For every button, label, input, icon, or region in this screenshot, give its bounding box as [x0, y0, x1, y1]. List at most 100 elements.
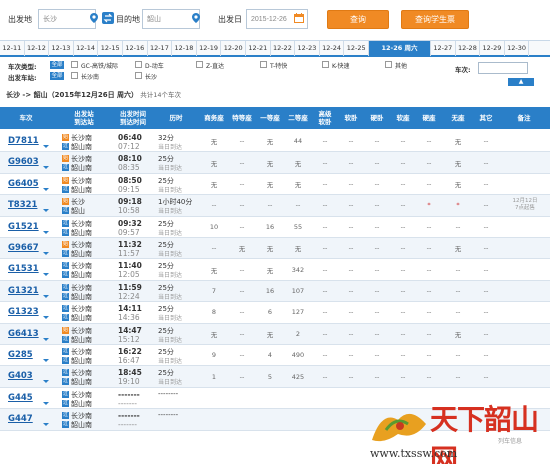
date-tab[interactable]: 12-24 [320, 41, 345, 56]
seat-availability: -- [483, 265, 489, 274]
table-row[interactable]: G9667 始长沙南过韶山南 11:32 11:57 25分 当日到达 -- 无无无 -- -- -… [0, 238, 550, 260]
expand-caret-icon[interactable] [43, 380, 49, 384]
train-number-link[interactable]: G1323 [8, 307, 39, 317]
date-tab[interactable]: 12-25 [344, 41, 369, 56]
table-row[interactable]: G9603 始长沙南过韶山南 08:10 08:35 25分 当日到达无 -- 无无 -- -- -… [0, 152, 550, 174]
departure-time: 11:40 [118, 261, 142, 271]
train-number-link[interactable]: G403 [8, 371, 33, 381]
date-tab[interactable]: 12-26 周六 [369, 41, 431, 56]
seat-availability: -- [322, 265, 328, 274]
from-label: 出发地 [8, 15, 32, 24]
date-tab[interactable]: 12-20 [221, 41, 246, 56]
expand-caret-icon[interactable] [43, 187, 49, 191]
calendar-icon[interactable] [293, 12, 305, 24]
train-number-link[interactable]: G1531 [8, 264, 39, 274]
checkbox[interactable] [71, 61, 78, 68]
checkbox[interactable] [196, 61, 203, 68]
expand-caret-icon[interactable] [43, 166, 49, 170]
seat-availability: 无 [454, 245, 462, 254]
all-types-toggle[interactable]: 全部 [50, 61, 64, 69]
table-row[interactable]: G1531 过长沙南过韶山南 11:40 12:05 25分 当日到达无 -- 无 342 -- -… [0, 259, 550, 281]
expand-caret-icon[interactable] [43, 316, 49, 320]
col-train[interactable]: 车次 [0, 107, 52, 129]
seat-availability: -- [483, 308, 489, 317]
seat-availability: -- [211, 244, 217, 253]
date-tab[interactable]: 12-27 [431, 41, 456, 56]
checkbox[interactable] [260, 61, 267, 68]
table-row[interactable]: G6413 始长沙南过韶山南 14:47 15:12 25分 当日到达无 -- 无 2 -- -- -… [0, 323, 550, 345]
expand-caret-icon[interactable] [43, 337, 49, 341]
date-tab[interactable]: 12-17 [148, 41, 173, 56]
table-row[interactable]: G1323 过长沙南过韶山南 14:11 14:36 25分 当日到达 8 -- 6 127 -- -… [0, 302, 550, 324]
table-row[interactable]: G6405 始长沙南过韶山南 08:50 09:15 25分 当日到达无 -- 无无 -- -- -… [0, 174, 550, 196]
checkbox[interactable] [135, 72, 142, 79]
table-row[interactable]: G285 过长沙南过韶山南 16:22 16:47 25分 当日到达 9 -- 4 490 -- --… [0, 345, 550, 367]
train-number-link[interactable]: G9667 [8, 243, 39, 253]
location-pin-icon[interactable] [190, 12, 202, 24]
train-number-link[interactable]: G6405 [8, 179, 39, 189]
train-number-input[interactable] [478, 62, 528, 74]
expand-caret-icon[interactable] [43, 401, 49, 405]
checkbox[interactable] [322, 61, 329, 68]
date-tab[interactable]: 12-18 [172, 41, 197, 56]
date-tab[interactable]: 12-30 [505, 41, 530, 56]
location-pin-icon[interactable] [88, 12, 100, 24]
expand-caret-icon[interactable] [43, 230, 49, 234]
date-tab[interactable]: 12-22 [271, 41, 296, 56]
expand-caret-icon[interactable] [43, 273, 49, 277]
table-row[interactable]: G403 过长沙南过韶山南 18:45 19:10 25分 当日到达 1 -- 5 425 -- --… [0, 366, 550, 388]
train-number-link[interactable]: G1521 [8, 222, 39, 232]
date-tab[interactable]: 12-14 [74, 41, 99, 56]
seat-availability: -- [400, 179, 406, 188]
train-number-link[interactable]: G9603 [8, 157, 39, 167]
student-ticket-button[interactable]: 查询学生票 [401, 10, 469, 29]
table-row[interactable]: G1321 过长沙南过韶山南 11:59 12:24 25分 当日到达 7 -- 16 107 --… [0, 280, 550, 303]
train-number-link[interactable]: G447 [8, 414, 33, 424]
expand-caret-icon[interactable] [43, 252, 49, 255]
seat-availability [256, 409, 284, 429]
date-tab[interactable]: 12-12 [25, 41, 50, 56]
seat-availability: 无 [266, 138, 274, 147]
expand-caret-icon[interactable] [43, 359, 49, 362]
train-number-link[interactable]: G6413 [8, 329, 39, 339]
train-number-link[interactable]: T8321 [8, 200, 37, 210]
collapse-filter-button[interactable]: ▲ [508, 78, 534, 86]
arrival-station: 韶山南 [71, 271, 92, 280]
col-stations[interactable]: 出发站 到达站 [58, 107, 110, 129]
date-tab[interactable]: 12-11 [0, 41, 25, 56]
date-tab[interactable]: 12-28 [456, 41, 481, 56]
expand-caret-icon[interactable] [43, 294, 49, 298]
table-row[interactable]: G1521 过长沙南过韶山南 09:32 09:57 25分 当日到达 10 -- 16 55 --… [0, 217, 550, 238]
seat-availability: 无 [454, 180, 462, 189]
all-stations-toggle[interactable]: 全部 [50, 72, 64, 80]
date-tab[interactable]: 12-29 [480, 41, 505, 56]
date-tab[interactable]: 12-16 [123, 41, 148, 56]
table-row[interactable]: D7811 始长沙南过韶山南 06:40 07:12 32分 当日到达无 -- 无 44 -- --… [0, 131, 550, 153]
arrival-day: 当日到达 [158, 293, 183, 301]
col-times[interactable]: 出发时间 到达时间 [112, 107, 154, 129]
expand-caret-icon[interactable] [43, 145, 49, 148]
seat-availability: -- [483, 286, 489, 295]
origin-station-icon: 始 [62, 134, 69, 141]
date-tab[interactable]: 12-15 [98, 41, 123, 56]
train-number-link[interactable]: G445 [8, 393, 33, 403]
date-tab[interactable]: 12-13 [49, 41, 74, 56]
train-number-link[interactable]: G285 [8, 350, 33, 360]
query-button[interactable]: 查询 [327, 10, 389, 29]
type-option: K-快速 [332, 63, 350, 70]
checkbox[interactable] [135, 61, 142, 68]
seat-availability: 127 [291, 308, 305, 317]
table-row[interactable]: T8321 始长沙过韶山 09:18 10:58 1小时40分 当日到达 -- -- -- -- -… [0, 195, 550, 217]
train-number-link[interactable]: G1321 [8, 286, 39, 296]
checkbox[interactable] [71, 72, 78, 79]
checkbox[interactable] [385, 61, 392, 68]
seat-availability: -- [348, 351, 354, 360]
date-tab[interactable]: 12-21 [246, 41, 271, 56]
expand-caret-icon[interactable] [43, 423, 49, 427]
date-tab[interactable]: 12-23 [295, 41, 320, 56]
train-number-link[interactable]: D7811 [8, 136, 39, 146]
date-tab[interactable]: 12-19 [197, 41, 222, 56]
swap-icon[interactable] [102, 12, 114, 24]
expand-caret-icon[interactable] [43, 209, 49, 213]
col-duration[interactable]: 历时 [158, 107, 194, 129]
